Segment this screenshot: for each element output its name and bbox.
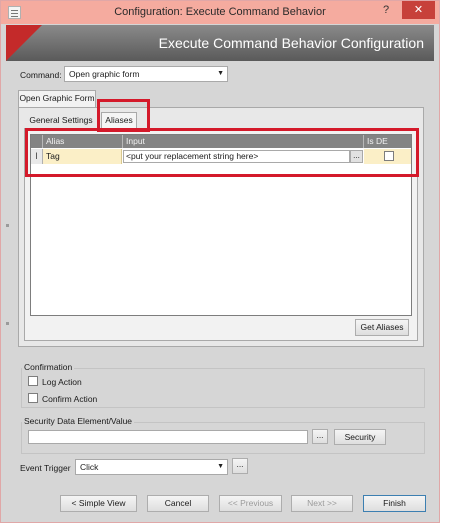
- event-trigger-label: Event Trigger: [20, 463, 71, 473]
- security-button[interactable]: Security: [334, 429, 386, 445]
- simple-view-button[interactable]: < Simple View: [60, 495, 137, 512]
- security-data-element-field[interactable]: [28, 430, 308, 444]
- splitter-grip-top[interactable]: [6, 224, 9, 227]
- close-button[interactable]: ✕: [402, 1, 435, 19]
- command-select[interactable]: Open graphic form ▼: [64, 66, 228, 82]
- chevron-down-icon[interactable]: ▼: [217, 67, 224, 81]
- log-action-checkbox[interactable]: [28, 376, 38, 386]
- command-select-value: Open graphic form: [69, 69, 140, 79]
- title-bar[interactable]: Configuration: Execute Command Behavior …: [1, 1, 439, 24]
- event-trigger-value: Click: [80, 462, 99, 472]
- previous-button[interactable]: << Previous: [219, 495, 282, 512]
- tab-general-settings[interactable]: General Settings: [27, 112, 95, 128]
- command-label: Command:: [20, 70, 62, 80]
- grid-row-highlight: [25, 128, 419, 177]
- log-action-label[interactable]: Log Action: [42, 377, 82, 387]
- event-trigger-browse-button[interactable]: ...: [232, 458, 248, 474]
- configuration-window: Configuration: Execute Command Behavior …: [0, 0, 440, 523]
- banner-title: Execute Command Behavior Configuration: [158, 35, 424, 51]
- security-browse-button[interactable]: ...: [312, 429, 328, 444]
- banner-accent-triangle: [6, 25, 42, 61]
- finish-button[interactable]: Finish: [363, 495, 426, 512]
- splitter-grip-bottom[interactable]: [6, 322, 9, 325]
- confirm-action-label[interactable]: Confirm Action: [42, 394, 97, 404]
- cancel-button[interactable]: Cancel: [147, 495, 209, 512]
- header-banner: Execute Command Behavior Configuration: [6, 25, 434, 61]
- tab-open-graphic-form[interactable]: Open Graphic Form: [18, 90, 96, 107]
- event-trigger-select[interactable]: Click ▼: [75, 459, 228, 475]
- confirmation-title: Confirmation: [22, 362, 75, 372]
- chevron-down-icon[interactable]: ▼: [217, 460, 224, 474]
- get-aliases-button[interactable]: Get Aliases: [355, 319, 409, 336]
- window-title: Configuration: Execute Command Behavior: [114, 6, 326, 18]
- confirm-action-checkbox[interactable]: [28, 393, 38, 403]
- security-title: Security Data Element/Value: [22, 416, 135, 426]
- help-button[interactable]: ?: [379, 4, 393, 18]
- next-button[interactable]: Next >>: [291, 495, 353, 512]
